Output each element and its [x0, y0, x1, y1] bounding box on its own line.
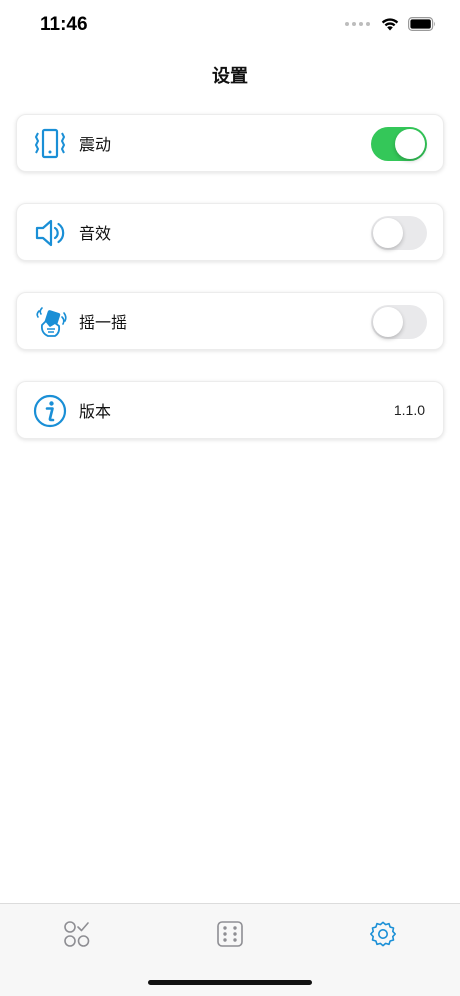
toggle-knob [373, 218, 403, 248]
sound-setting-row: 音效 [16, 203, 444, 261]
version-row: 版本 1.1.0 [16, 381, 444, 439]
gear-icon[interactable] [368, 919, 398, 949]
vibration-setting-row: 震动 [16, 114, 444, 172]
shake-setting-row: 摇一摇 [16, 292, 444, 350]
status-time: 11:46 [40, 14, 88, 35]
shapes-check-icon[interactable] [62, 919, 92, 949]
toggle-knob [373, 307, 403, 337]
battery-icon [408, 16, 435, 31]
vibration-label: 震动 [79, 135, 112, 154]
dice-icon[interactable] [215, 919, 245, 949]
info-icon [33, 394, 67, 428]
status-indicators [345, 16, 436, 31]
shake-toggle[interactable] [371, 305, 427, 339]
home-indicator [148, 980, 312, 985]
shake-label: 摇一摇 [79, 313, 128, 332]
sound-label: 音效 [79, 224, 112, 243]
cellular-signal-icon [345, 21, 370, 26]
speaker-icon [35, 219, 65, 247]
vibration-toggle[interactable] [371, 127, 427, 161]
status-bar: 11:46 [0, 0, 460, 50]
sound-toggle[interactable] [371, 216, 427, 250]
toggle-knob [395, 129, 425, 159]
page-title: 设置 [212, 66, 248, 87]
version-value: 1.1.0 [393, 402, 425, 418]
shake-hand-icon [36, 307, 67, 337]
version-label: 版本 [79, 402, 112, 421]
settings-screen: 11:46 设置 震动 音效 摇一摇 版本 1.1.0 [0, 0, 460, 996]
vibration-icon [34, 128, 66, 159]
wifi-icon [381, 18, 399, 31]
